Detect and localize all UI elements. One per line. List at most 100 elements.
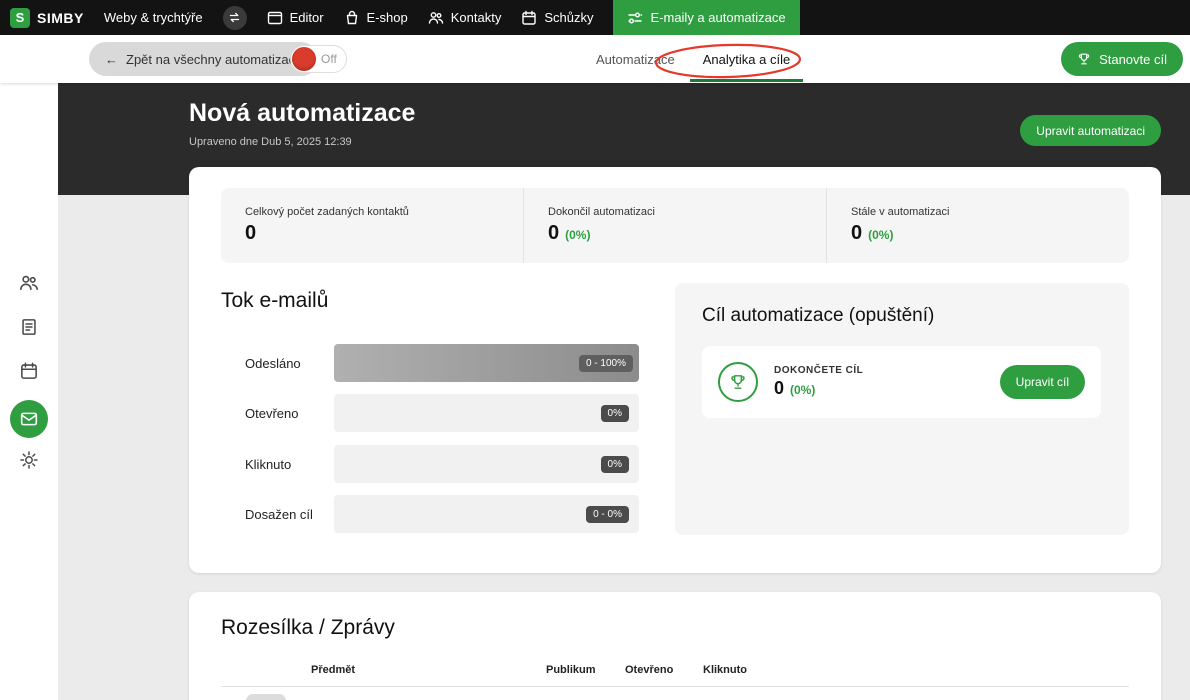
app: S SIMBY Weby & trychtýře Editor E-shop K…: [0, 0, 1190, 700]
flow-row-kliknuto: Kliknuto 0%: [245, 445, 639, 483]
stat-completed: Dokončil automatizaci 0 (0%): [523, 188, 826, 263]
stats-strip: Celkový počet zadaných kontaktů 0 Dokonč…: [221, 188, 1129, 263]
nav-item-schuzky[interactable]: Schůzky: [521, 0, 593, 35]
stat-label: Celkový počet zadaných kontaktů: [245, 206, 409, 218]
back-label: Zpět na všechny automatizace: [126, 51, 303, 67]
tab-analytika-a-cile[interactable]: Analytika a cíle: [689, 35, 804, 83]
toggle-knob: [292, 47, 316, 71]
nav-label: Kontakty: [450, 10, 502, 25]
goal-texts: DOKONČETE CÍL 0 (0%): [774, 365, 863, 399]
brand-name: SIMBY: [37, 9, 84, 26]
flow-badge: 0 - 0%: [586, 505, 629, 523]
automation-toolbar: ← Zpět na všechny automatizace Off Autom…: [0, 35, 1190, 83]
column-header-otevreno: Otevřeno: [625, 664, 674, 676]
tab-label: Analytika a cíle: [702, 51, 791, 67]
column-header-publikum: Publikum: [546, 664, 596, 676]
messages-title: Rozesílka / Zprávy: [221, 616, 395, 639]
stat-percent: (0%): [868, 228, 894, 242]
flow-badge: 0 - 100%: [578, 354, 633, 372]
flow-bar-sent: 0 - 100%: [334, 344, 639, 382]
stat-value-wrap: 0: [245, 222, 523, 245]
stat-value: 0: [245, 222, 257, 244]
column-header-kliknuto: Kliknuto: [703, 664, 747, 676]
swap-icon[interactable]: [222, 5, 247, 30]
flow-badge: 0%: [600, 404, 629, 422]
flow-row-label: Otevřeno: [245, 405, 299, 421]
flow-row-label: Odesláno: [245, 355, 301, 371]
nav-label: E-shop: [366, 10, 408, 25]
automation-sliders-icon: [627, 10, 643, 26]
nav-label: E-maily a automatizace: [650, 10, 786, 25]
email-icon: [10, 400, 48, 438]
stat-still-in-automation: Stále v automatizaci 0 (0%): [826, 188, 1129, 263]
goal-value: 0: [774, 378, 785, 398]
stat-value: 0: [851, 222, 863, 244]
goal-card: DOKONČETE CÍL 0 (0%) Upravit cíl: [702, 346, 1101, 418]
back-to-automations-button[interactable]: ← Zpět na všechny automatizace: [89, 42, 319, 76]
nav-label: Schůzky: [544, 10, 594, 25]
nav-item-emaily-automatizace[interactable]: E-maily a automatizace: [613, 0, 800, 35]
flow-row-otevreno: Otevřeno 0%: [245, 394, 639, 432]
goal-panel-title: Cíl automatizace (opuštění): [702, 305, 935, 326]
top-navbar: S SIMBY Weby & trychtýře Editor E-shop K…: [0, 0, 1190, 35]
contacts-icon: [428, 10, 444, 26]
column-header-predmet: Předmět: [311, 664, 356, 676]
sidebar-calendar-icon[interactable]: [20, 362, 39, 381]
table-header-divider: [221, 686, 1129, 687]
main-content: Nová automatizace Upraveno dne Dub 5, 20…: [58, 83, 1190, 700]
sidebar-forms-icon[interactable]: [20, 318, 39, 337]
set-goal-button[interactable]: Stanovte cíl: [1061, 42, 1183, 76]
set-goal-label: Stanovte cíl: [1099, 51, 1167, 67]
flow-badge: 0%: [600, 455, 629, 473]
stat-percent: (0%): [565, 228, 591, 242]
goal-label: DOKONČETE CÍL: [774, 365, 864, 376]
goal-value-wrap: 0 (0%): [774, 378, 863, 399]
simby-logo-icon: S: [10, 7, 30, 28]
trophy-icon: [1077, 52, 1091, 66]
flow-bar-opened: 0%: [334, 394, 639, 432]
sidebar-email-active[interactable]: [10, 400, 48, 438]
calendar-icon: [521, 10, 537, 26]
nav-item-eshop[interactable]: E-shop: [344, 0, 408, 35]
automation-off-toggle[interactable]: Off: [290, 45, 347, 73]
analytics-card: Celkový počet zadaných kontaktů 0 Dokonč…: [189, 167, 1161, 573]
page-title: Nová automatizace: [189, 99, 416, 127]
automation-goal-panel: Cíl automatizace (opuštění) DOKONČETE CÍ…: [675, 283, 1129, 535]
flow-row-dosazen-cil: Dosažen cíl 0 - 0%: [245, 495, 639, 533]
sidebar-contacts-icon[interactable]: [19, 273, 39, 293]
nav-item-kontakty[interactable]: Kontakty: [428, 0, 502, 35]
nav-label: Weby & trychtýře: [103, 10, 203, 25]
edit-goal-button[interactable]: Upravit cíl: [999, 365, 1085, 399]
stat-label: Stále v automatizaci: [851, 206, 950, 218]
edit-automation-button[interactable]: Upravit automatizaci: [1020, 115, 1161, 146]
goal-trophy-icon: [718, 362, 758, 402]
flow-row-odeslano: Odesláno 0 - 100%: [245, 344, 639, 382]
sidebar-settings-icon[interactable]: [19, 450, 39, 470]
shopping-bag-icon: [344, 10, 360, 26]
flow-row-label: Dosažen cíl: [245, 506, 313, 522]
flow-row-label: Kliknuto: [245, 456, 292, 472]
stat-label: Dokončil automatizaci: [548, 206, 655, 218]
stat-value-wrap: 0 (0%): [851, 222, 1129, 245]
tab-label: Automatizace: [596, 51, 675, 67]
editor-icon: [267, 10, 283, 26]
nav-item-weby-trychtyre[interactable]: Weby & trychtýře: [104, 0, 203, 35]
left-sidebar: [0, 83, 58, 700]
tab-automatizace[interactable]: Automatizace: [596, 35, 675, 83]
stat-value: 0: [548, 222, 560, 244]
table-row-placeholder: [246, 694, 286, 700]
flow-bar-clicked: 0%: [334, 445, 639, 483]
nav-label: Editor: [289, 10, 324, 25]
simby-logo[interactable]: S SIMBY: [10, 7, 84, 28]
nav-item-editor[interactable]: Editor: [267, 0, 324, 35]
messages-card: Rozesílka / Zprávy Předmět Publikum Otev…: [189, 592, 1161, 700]
stat-value-wrap: 0 (0%): [548, 222, 826, 245]
toggle-label: Off: [321, 52, 337, 66]
stat-total-contacts: Celkový počet zadaných kontaktů 0: [221, 188, 523, 263]
last-updated-text: Upraveno dne Dub 5, 2025 12:39: [189, 136, 352, 148]
flow-bar-goal-reached: 0 - 0%: [334, 495, 639, 533]
analytics-tabs: Automatizace Analytika a cíle: [596, 35, 804, 83]
back-arrow-icon: ←: [105, 51, 118, 67]
goal-percent: (0%): [790, 383, 816, 397]
email-flow-title: Tok e-mailů: [221, 289, 329, 312]
